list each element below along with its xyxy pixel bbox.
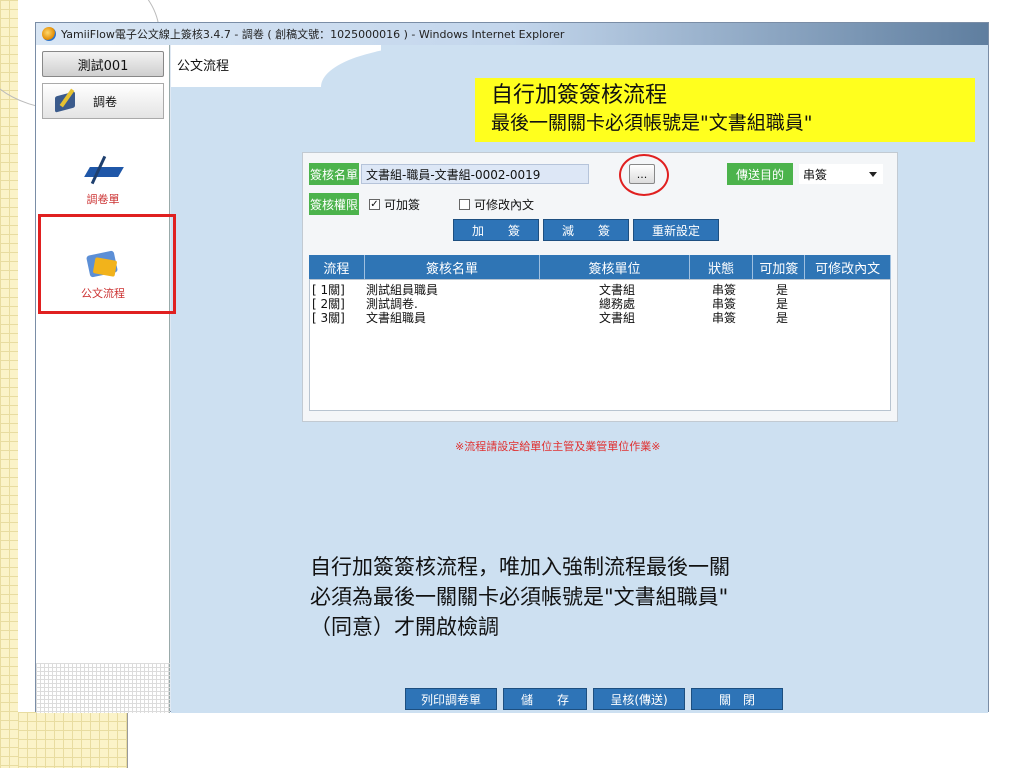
column-header: 可加簽 [753, 255, 806, 279]
table-body: [ 1關] 測試組員職員 文書組 串簽 是 [ 2關] 測試調卷. 總務處 串簽… [309, 279, 891, 411]
send-purpose-label: 傳送目的 [727, 163, 793, 185]
add-signer-button[interactable]: 加 簽 [453, 219, 539, 241]
checkbox-checked-icon: ✓ [369, 199, 380, 210]
print-button[interactable]: 列印調卷單 [405, 688, 497, 710]
pen-icon [83, 155, 123, 185]
highlight-circle [619, 154, 669, 196]
approval-panel: 簽核名單 文書組-職員-文書組-0002-0019 ... 傳送目的 串簽 簽核… [302, 152, 898, 422]
left-pane-pattern [36, 663, 170, 713]
caption-line: 自行加簽簽核流程，唯加入強制流程最後一關 [310, 555, 730, 579]
permission-row: 簽核權限 ✓ 可加簽 可修改內文 [309, 193, 891, 215]
cell-step: [ 1關] [312, 283, 345, 297]
close-button[interactable]: 關 閉 [691, 688, 783, 710]
column-header: 可修改內文 [805, 255, 891, 279]
cell-name: 測試組員職員 [366, 283, 439, 297]
window-title: YamiiFlow電子公文線上簽核3.4.7 - 調卷 ( 創稿文號：10250… [61, 28, 565, 41]
column-header: 簽核名單 [365, 255, 541, 279]
edit-buttons: 加 簽 減 簽 重新設定 [453, 219, 719, 241]
can-edit-label: 可修改內文 [474, 198, 535, 212]
cell-name: 文書組職員 [366, 311, 427, 325]
cell-unit: 文書組 [598, 283, 635, 297]
save-button[interactable]: 儲 存 [503, 688, 587, 710]
cell-step: [ 2關] [312, 297, 345, 311]
can-edit-checkbox[interactable]: 可修改內文 [459, 196, 534, 213]
annotation-line: 自行加簽簽核流程 [491, 83, 668, 108]
flow-notice: ※流程請設定給單位主管及業管單位作業※ [455, 440, 661, 453]
checkbox-icon [459, 199, 470, 210]
annotation-box: 自行加簽簽核流程 最後一關關卡必須帳號是"文書組職員" [475, 78, 975, 142]
cell-step: [ 3關] [312, 311, 345, 325]
nav-tab-label: 調卷 [93, 94, 118, 109]
left-pane: 測試001 調卷 調卷單 公文流程 [36, 45, 170, 713]
slide-grid-decoration-bottom [18, 712, 128, 768]
cell-can-add: 是 [775, 297, 788, 311]
annotation-line: 最後一關關卡必須帳號是"文書組職員" [491, 112, 813, 134]
cell-status: 串簽 [711, 297, 736, 311]
table-row[interactable]: [ 2關] 測試調卷. 總務處 串簽 是 [310, 297, 890, 311]
tool-label: 調卷單 [86, 193, 120, 206]
slide-grid-decoration [0, 0, 18, 768]
table-header: 流程 簽核名單 簽核單位 狀態 可加簽 可修改內文 [309, 255, 891, 279]
send-purpose-select[interactable]: 串簽 [799, 164, 883, 184]
permission-label: 簽核權限 [309, 193, 359, 215]
footer-buttons: 列印調卷單 儲 存 呈核(傳送) 關 閉 [405, 688, 783, 710]
column-header: 流程 [309, 255, 365, 279]
tool-retrieve-form[interactable]: 調卷單 [36, 147, 170, 213]
internet-explorer-icon [42, 27, 56, 41]
slide-caption: 自行加簽簽核流程，唯加入強制流程最後一關 必須為最後一關關卡必須帳號是"文書組職… [310, 552, 730, 642]
reset-button[interactable]: 重新設定 [633, 219, 719, 241]
cell-name: 測試調卷. [366, 297, 418, 311]
table-row[interactable]: [ 3關] 文書組職員 文書組 串簽 是 [310, 311, 890, 325]
table-row[interactable]: [ 1關] 測試組員職員 文書組 串簽 是 [310, 283, 890, 297]
title-bar: YamiiFlow電子公文線上簽核3.4.7 - 調卷 ( 創稿文號：10250… [36, 23, 988, 45]
caption-line: 必須為最後一關關卡必須帳號是"文書組職員" [310, 585, 729, 609]
caption-line: （同意）才開啟檢調 [310, 615, 499, 639]
flow-table: 流程 簽核名單 簽核單位 狀態 可加簽 可修改內文 [ 1關] 測試組員職員 文… [309, 255, 891, 411]
page-title: 公文流程 [177, 59, 230, 74]
approval-list-label: 簽核名單 [309, 163, 359, 185]
column-header: 簽核單位 [540, 255, 690, 279]
cell-status: 串簽 [711, 311, 736, 325]
user-box: 測試001 [42, 51, 164, 77]
approval-list-row: 簽核名單 文書組-職員-文書組-0002-0019 ... 傳送目的 串簽 [309, 154, 891, 196]
can-add-label: 可加簽 [384, 198, 421, 212]
cell-status: 串簽 [711, 283, 736, 297]
can-add-checkbox[interactable]: ✓ 可加簽 [369, 196, 420, 213]
column-header: 狀態 [690, 255, 754, 279]
remove-signer-button[interactable]: 減 簽 [543, 219, 629, 241]
highlight-frame-flow-tool [38, 214, 176, 314]
submit-button[interactable]: 呈核(傳送) [593, 688, 685, 710]
cell-unit: 文書組 [598, 311, 635, 325]
nav-tab-retrieve[interactable]: 調卷 [42, 83, 164, 119]
approval-list-field[interactable]: 文書組-職員-文書組-0002-0019 [361, 164, 589, 184]
cell-can-add: 是 [775, 283, 788, 297]
cell-unit: 總務處 [598, 297, 635, 311]
cell-can-add: 是 [775, 311, 788, 325]
book-icon [53, 88, 79, 114]
send-purpose-value: 串簽 [803, 167, 828, 182]
dropdown-arrow-icon [869, 172, 877, 177]
